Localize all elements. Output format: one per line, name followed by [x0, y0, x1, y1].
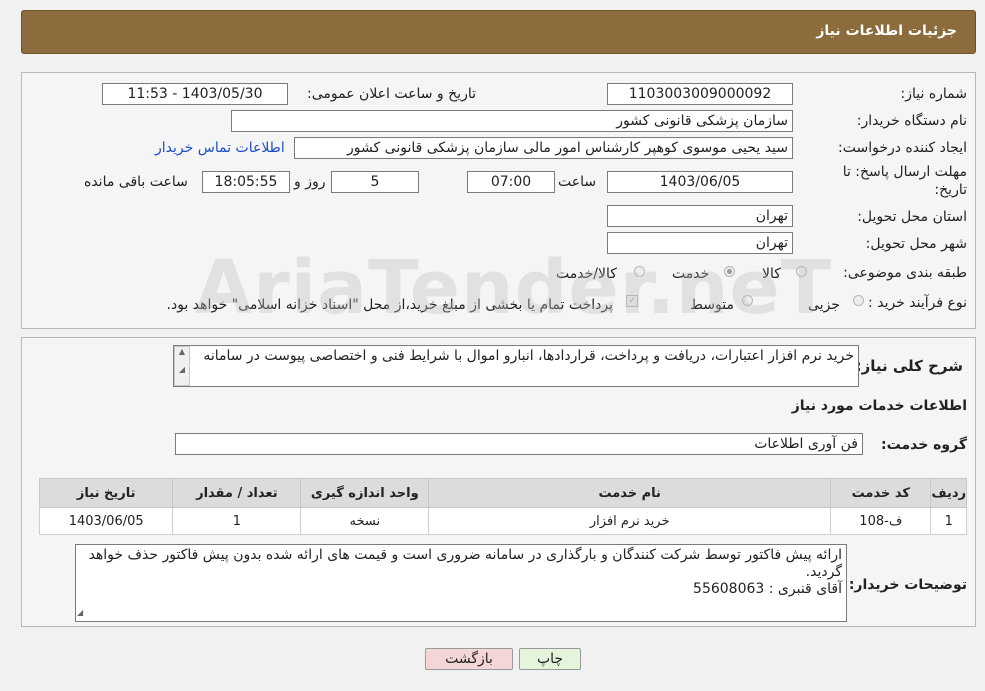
- cell-service-code: ف-108: [830, 507, 932, 535]
- process-label: نوع فرآیند خرید :: [868, 295, 967, 311]
- creator-label: ایجاد کننده درخواست:: [838, 140, 967, 156]
- table-row: 1 ف-108 خرید نرم افزار نسخه 1 1403/06/05: [38, 507, 967, 535]
- page-title: جزئیات اطلاعات نیاز: [816, 23, 957, 39]
- page-header: جزئیات اطلاعات نیاز: [21, 10, 976, 54]
- buyer-contact-link[interactable]: اطلاعات تماس خریدار: [155, 140, 285, 156]
- city-label: شهر محل تحویل:: [865, 236, 967, 252]
- announce-datetime-field: 1403/05/30 - 11:53: [102, 83, 288, 105]
- services-table-wrap: ردیف کد خدمت نام خدمت واحد اندازه گیری ت…: [38, 478, 967, 535]
- announce-label: تاریخ و ساعت اعلان عمومی:: [307, 86, 476, 102]
- buyer-notes-label: توضیحات خریدار:: [848, 577, 967, 593]
- days-label: روز و: [294, 174, 326, 190]
- deadline-date-field: 1403/06/05: [607, 171, 793, 193]
- deadline-label-date: تاریخ:: [934, 182, 967, 198]
- service-group-label: گروه خدمت:: [881, 437, 967, 453]
- cell-unit: نسخه: [300, 507, 430, 535]
- col-date-header: تاریخ نیاز: [38, 478, 174, 508]
- summary-label: شرح کلی نیاز:: [855, 357, 963, 375]
- buyer-org-field: سازمان پزشکی قانونی کشور: [231, 110, 793, 132]
- col-name-header: نام خدمت: [428, 478, 832, 508]
- deadline-label: مهلت ارسال پاسخ: تا: [842, 164, 967, 180]
- buyer-notes-line-1: ارائه پیش فاکتور توسط شرکت کنندگان و بار…: [88, 547, 842, 580]
- province-field: تهران: [607, 205, 793, 227]
- back-button[interactable]: بازگشت: [425, 648, 513, 670]
- buyer-notes-line-3: آقای قنبری : 55608063: [693, 581, 842, 597]
- resize-grip-icon[interactable]: ◢: [77, 608, 83, 617]
- cell-service-name: خرید نرم افزار: [428, 507, 832, 535]
- summary-textarea[interactable]: خرید نرم افزار اعتبارات، دریافت و پرداخت…: [173, 345, 859, 387]
- need-number-label: شماره نیاز:: [900, 86, 968, 102]
- creator-field: سید یحیی موسوی کوهپر کارشناس امور مالی س…: [294, 137, 793, 159]
- cell-need-date: 1403/06/05: [38, 507, 174, 535]
- print-button[interactable]: چاپ: [519, 648, 581, 670]
- service-group-field: فن آوری اطلاعات: [175, 433, 863, 455]
- watermark-logo: AriaTender.neT: [195, 245, 833, 331]
- col-code-header: کد خدمت: [830, 478, 932, 508]
- deadline-time-field: 07:00: [467, 171, 555, 193]
- remaining-time-field: 18:05:55: [202, 171, 290, 193]
- deadline-time-label: ساعت: [558, 174, 597, 190]
- table-header-row: ردیف کد خدمت نام خدمت واحد اندازه گیری ت…: [38, 478, 967, 508]
- province-label: استان محل تحویل:: [857, 209, 967, 225]
- cell-quantity: 1: [172, 507, 302, 535]
- col-unit-header: واحد اندازه گیری: [300, 478, 430, 508]
- col-row-header: ردیف: [930, 478, 967, 508]
- remaining-label: ساعت باقی مانده: [84, 174, 188, 190]
- services-section-title: اطلاعات خدمات مورد نیاز: [791, 398, 967, 414]
- category-label: طبقه بندی موضوعی:: [843, 265, 967, 281]
- buyer-notes-textarea[interactable]: ارائه پیش فاکتور توسط شرکت کنندگان و بار…: [75, 544, 847, 622]
- summary-scrollbar[interactable]: ▲ ◢: [174, 346, 190, 386]
- remaining-days-field: 5: [331, 171, 419, 193]
- need-number-field: 1103003009000092: [607, 83, 793, 105]
- buyer-org-label: نام دستگاه خریدار:: [856, 113, 967, 129]
- cell-row-number: 1: [930, 507, 967, 535]
- col-qty-header: تعداد / مقدار: [172, 478, 302, 508]
- process-minor-radio[interactable]: [853, 295, 864, 306]
- services-table: ردیف کد خدمت نام خدمت واحد اندازه گیری ت…: [38, 478, 967, 535]
